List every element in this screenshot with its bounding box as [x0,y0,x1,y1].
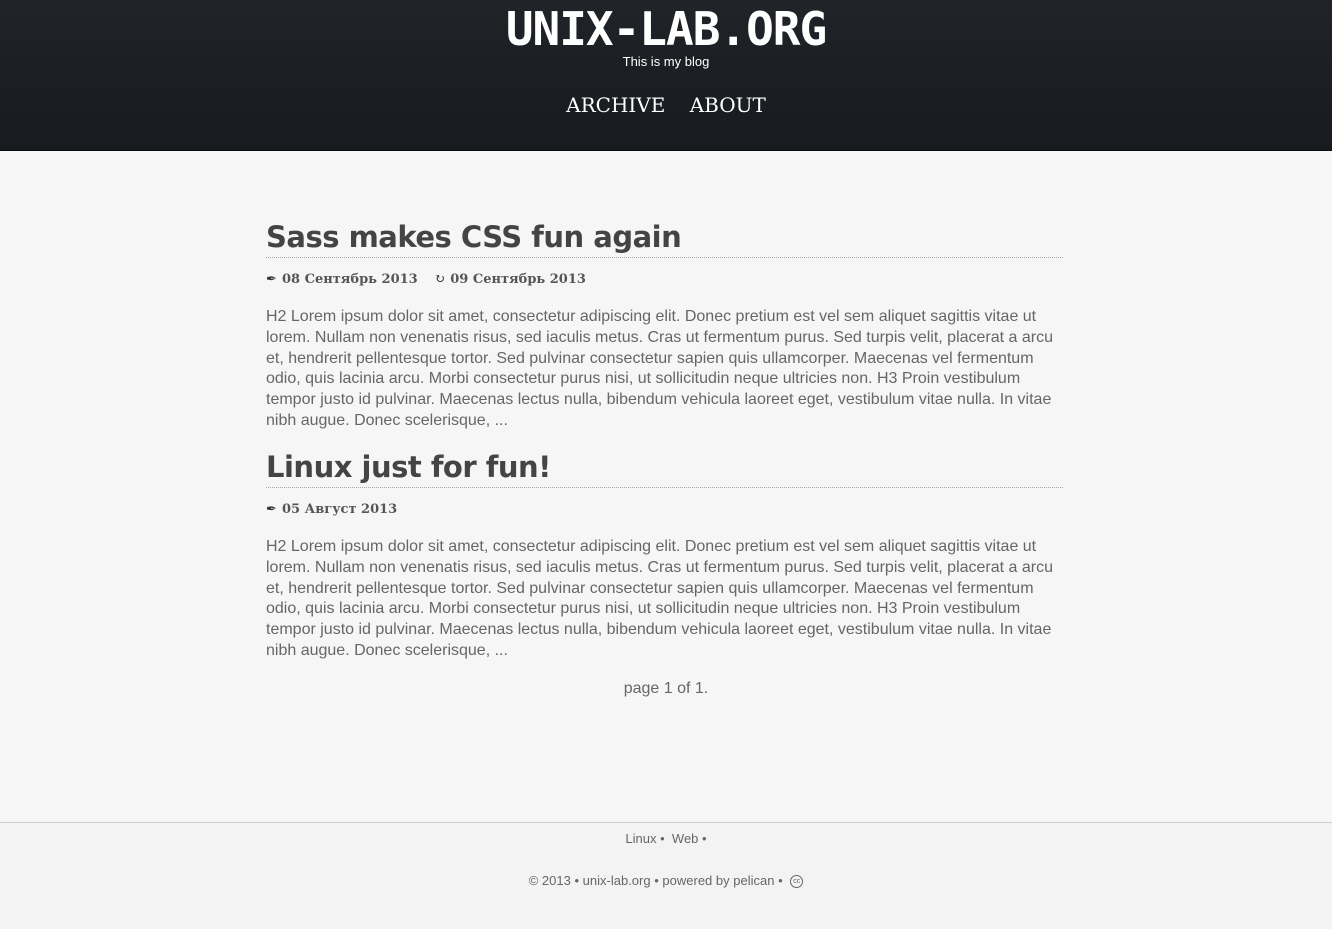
site-footer: Linux • Web • © 2013 • unix-lab.org • po… [0,822,1332,929]
published-date: ✒ 08 Сентябрь 2013 [266,272,422,287]
post-excerpt: H2 Lorem ipsum dolor sit amet, consectet… [266,538,1053,659]
main-content: Sass makes CSS fun again ✒ 08 Сентябрь 20… [0,151,1332,822]
post-item: Linux just for fun! ✒ 05 Август 2013 H2 L… [266,449,1063,662]
post-meta: ✒ 05 Август 2013 [266,502,1063,522]
published-date: ✒ 05 Август 2013 [266,502,397,517]
site-header: UNIX-LAB.ORG This is my blog ARCHIVE ABO… [0,0,1332,151]
pagination-status: page 1 of 1. [623,680,709,697]
post-meta: ✒ 08 Сентябрь 2013 ↻ 09 Сентябрь 2013 [266,272,1063,292]
site-link[interactable]: unix-lab.org [583,873,651,888]
separator: • [660,831,665,846]
separator: • [702,831,707,846]
nav-archive-link[interactable]: ARCHIVE [566,93,665,117]
refresh-icon: ↻ [434,272,446,287]
site-title[interactable]: UNIX-LAB.ORG [0,2,1332,56]
separator: • [574,873,580,888]
modified-date-text: 09 Сентябрь 2013 [450,272,586,287]
published-date-text: 08 Сентябрь 2013 [282,272,418,287]
modified-date: ↻ 09 Сентябрь 2013 [434,272,586,287]
nav-about-link[interactable]: ABOUT [690,93,766,117]
post-item: Sass makes CSS fun again ✒ 08 Сентябрь 20… [266,219,1063,432]
category-list: Linux • Web • [0,831,1332,846]
post-title-link[interactable]: Sass makes CSS fun again [266,219,1063,258]
creative-commons-icon[interactable]: cc [790,875,804,889]
site-tagline: This is my blog [622,54,710,69]
category-link-web[interactable]: Web [672,831,699,846]
main-nav: ARCHIVE ABOUT [0,93,1332,117]
quill-icon: ✒ [266,272,277,287]
copyright-line: © 2013 • unix-lab.org • powered by pelic… [0,873,1332,889]
published-date-text: 05 Август 2013 [282,502,398,517]
post-excerpt: H2 Lorem ipsum dolor sit amet, consectet… [266,308,1053,429]
copyright-text: © 2013 [528,873,571,888]
category-link-linux[interactable]: Linux [625,831,656,846]
separator: • [778,873,783,888]
post-title-link[interactable]: Linux just for fun! [266,449,1063,488]
powered-by-link[interactable]: powered by pelican [662,873,774,888]
separator: • [654,873,659,888]
quill-icon: ✒ [266,502,277,517]
